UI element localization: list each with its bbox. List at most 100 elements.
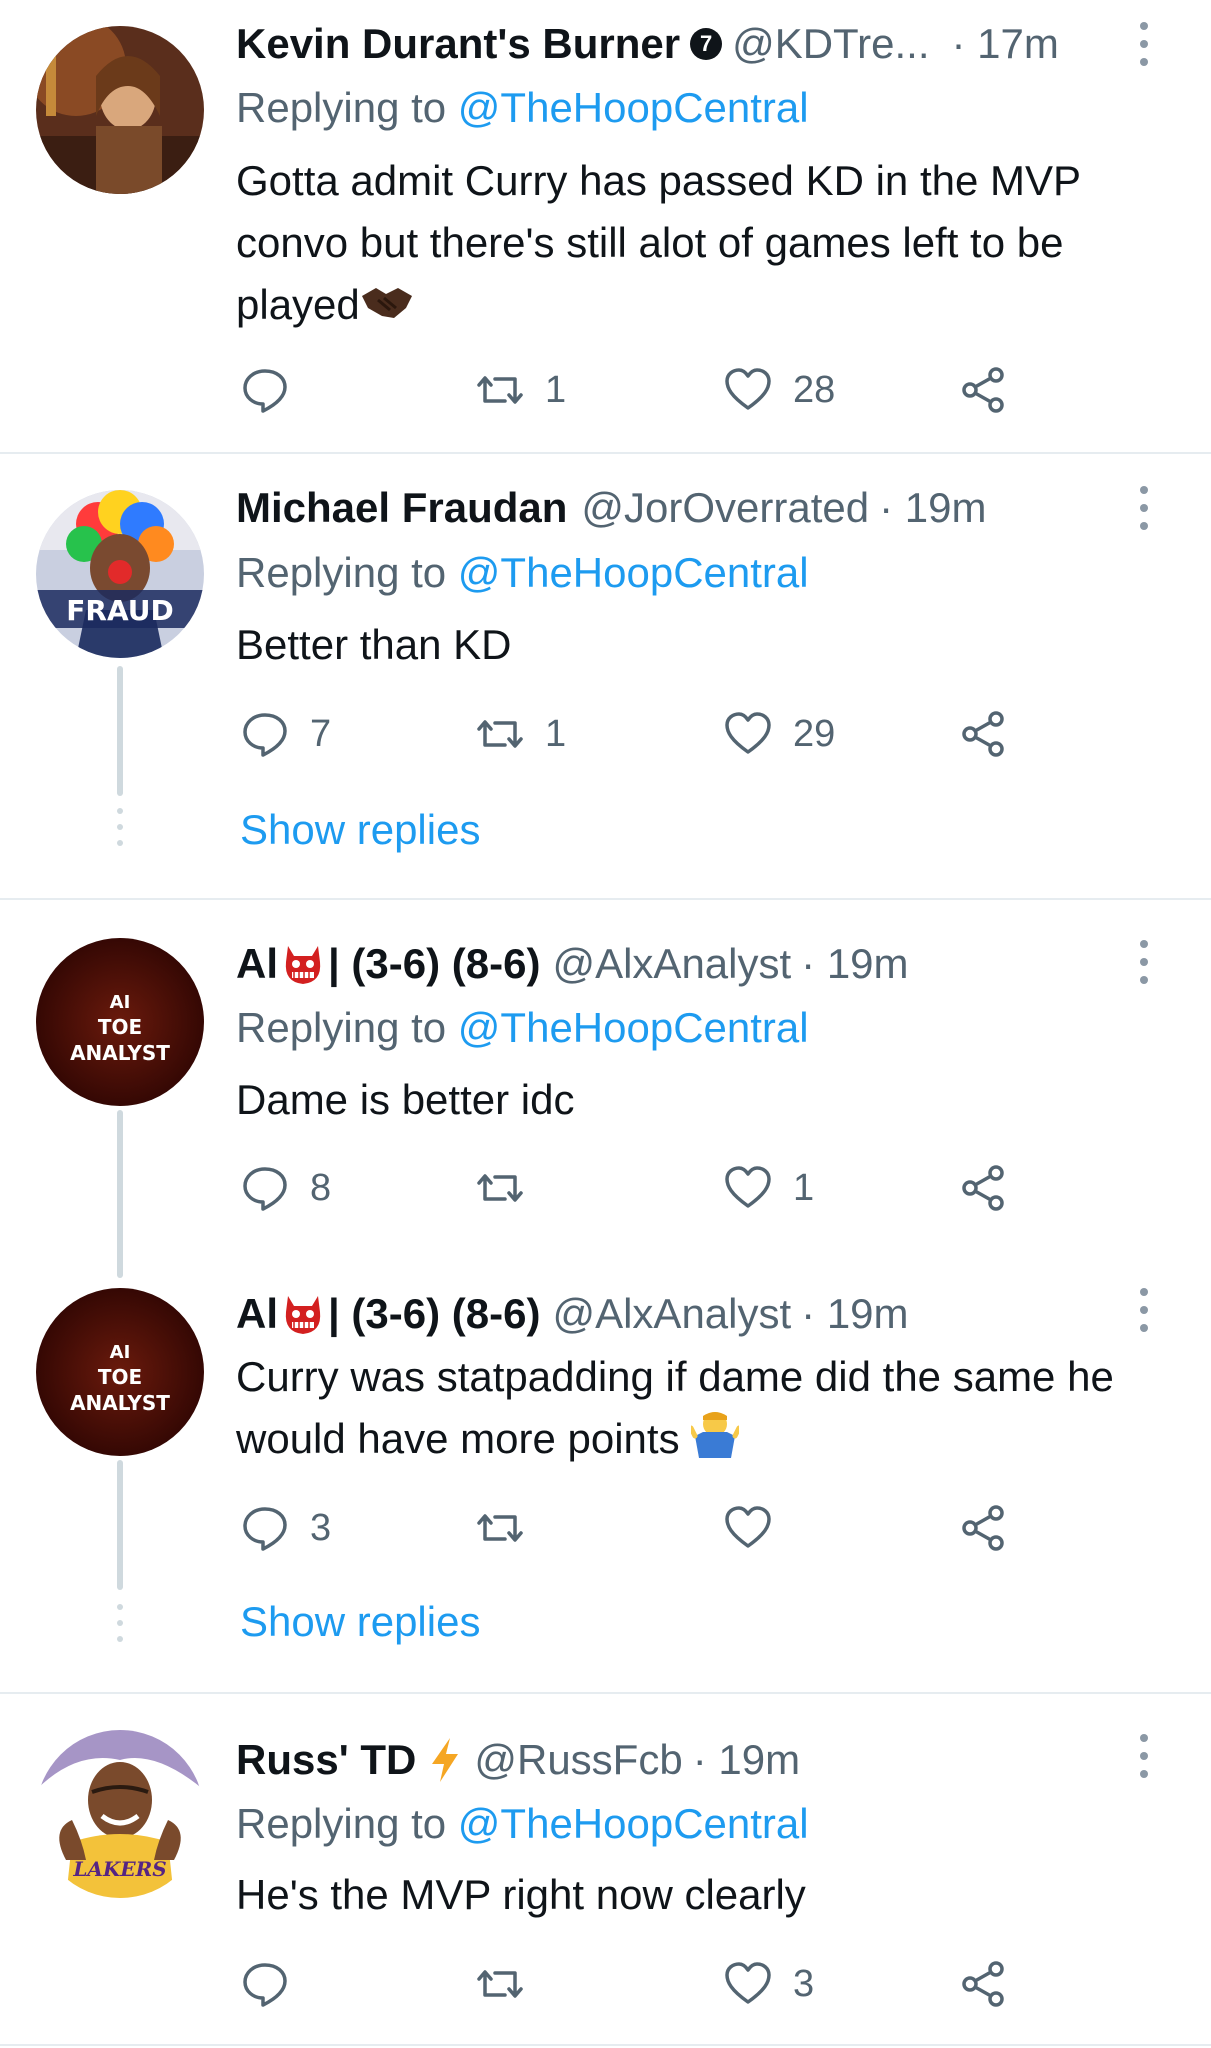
thread-line [117,666,123,796]
avatar-label-line: TOE [98,1365,142,1389]
replying-to: Replying to @TheHoopCentral [236,80,809,136]
retweet-icon [477,1514,523,1542]
thread-line [117,1460,123,1590]
display-name[interactable]: Kevin Durant's Burner [236,20,680,68]
timestamp[interactable]: · 17m [952,20,1059,68]
timestamp[interactable]: · 19m [879,484,986,532]
more-options-icon[interactable] [1132,1734,1156,1778]
reply-button[interactable] [240,362,290,418]
shrug-icon [688,1408,742,1475]
retweet-count: 1 [545,368,567,411]
ogre-icon [282,942,324,986]
tweet-header: Kevin Durant's Burner 7 @KDTre... · 17m [236,14,1136,74]
more-options-icon[interactable] [1132,486,1156,530]
divider [0,898,1211,900]
like-button[interactable]: 1 [723,1160,814,1216]
share-icon [962,1165,1004,1211]
tweet-actions: 3 [240,1500,1060,1556]
tweet-text: Curry was statpadding if dame did the sa… [236,1346,1156,1475]
display-name-suffix[interactable]: | (3-6) (8-6) [328,1290,540,1338]
more-options-icon[interactable] [1132,22,1156,66]
replying-to-label: Replying to [236,1800,458,1847]
like-button[interactable]: 29 [723,706,835,762]
user-handle[interactable]: @AlxAnalyst [552,1290,791,1338]
reply-icon [243,1963,287,2007]
lightning-icon [428,1738,462,1782]
avatar-label: LAKERS [72,1857,166,1881]
divider [0,452,1211,454]
tweet-text-content: Dame is better idc [236,1076,575,1123]
reply-button[interactable]: 8 [240,1160,331,1216]
share-button[interactable] [958,362,1008,418]
avatar[interactable]: AI TOE ANALYST [36,938,204,1106]
user-handle[interactable]: @JorOverrated [581,484,869,532]
mention-link[interactable]: @TheHoopCentral [458,1004,809,1051]
tweet-text-content: Curry was statpadding if dame did the sa… [236,1353,1114,1462]
reply-button[interactable] [240,1956,290,2012]
like-count: 1 [793,1166,815,1209]
avatar-label-line: AI [110,992,131,1013]
heart-icon [725,368,771,410]
tweet-text-content: He's the MVP right now clearly [236,1871,806,1918]
display-name[interactable]: Michael Fraudan [236,484,567,532]
tweet-actions: 7 1 29 [240,706,1060,762]
retweet-button[interactable]: 1 [475,706,566,762]
retweet-button[interactable] [475,1500,525,1556]
ogre-icon [282,1292,324,1336]
user-handle[interactable]: @KDTre... [732,20,929,68]
share-button[interactable] [958,1160,1008,1216]
retweet-button[interactable] [475,1160,525,1216]
timestamp[interactable]: · 19m [801,1290,908,1338]
badge-icon: 7 [690,28,723,60]
mention-link[interactable]: @TheHoopCentral [458,1800,809,1847]
like-button[interactable]: 3 [723,1956,814,2012]
avatar[interactable]: AI TOE ANALYST [36,1288,204,1456]
display-name[interactable]: Al [236,1290,278,1338]
replying-to-label: Replying to [236,84,458,131]
mention-link[interactable]: @TheHoopCentral [458,84,809,131]
display-name[interactable]: Russ' TD [236,1736,416,1784]
avatar[interactable]: FRAUD [36,490,204,658]
divider [0,1692,1211,1694]
like-button[interactable]: 28 [723,362,835,418]
tweet-header: Al | (3-6) (8-6) @AlxAnalyst · 19m [236,934,1136,994]
avatar-image: LAKERS [36,1730,204,1898]
retweet-button[interactable]: 1 [475,362,566,418]
avatar[interactable]: LAKERS [36,1730,204,1898]
reply-button[interactable]: 7 [240,706,331,762]
tweet-text: Gotta admit Curry has passed KD in the M… [236,150,1156,339]
reply-icon [243,369,287,413]
tweet-text: Better than KD [236,614,1156,676]
share-button[interactable] [958,706,1008,762]
timestamp[interactable]: · 19m [801,940,908,988]
heart-icon [725,1962,771,2004]
more-options-icon[interactable] [1132,1288,1156,1332]
user-handle[interactable]: @RussFcb [474,1736,682,1784]
show-replies-link[interactable]: Show replies [240,1594,480,1650]
more-options-icon[interactable] [1132,940,1156,984]
tweet-header: Michael Fraudan @JorOverrated · 19m [236,478,1136,538]
like-count: 3 [793,1962,815,2005]
avatar[interactable] [36,26,204,194]
user-handle[interactable]: @AlxAnalyst [552,940,791,988]
tweet-actions: 1 28 [240,362,1060,418]
mention-link[interactable]: @TheHoopCentral [458,549,809,596]
reply-button[interactable]: 3 [240,1500,331,1556]
display-name-suffix[interactable]: | (3-6) (8-6) [328,940,540,988]
share-button[interactable] [958,1500,1008,1556]
avatar-label-line: ANALYST [70,1041,170,1065]
tweet-text-content: Better than KD [236,621,512,668]
like-button[interactable] [723,1500,773,1556]
share-button[interactable] [958,1956,1008,2012]
display-name[interactable]: Al [236,940,278,988]
heart-icon [725,1506,771,1548]
like-count: 29 [793,712,836,755]
thread-line [117,1110,123,1278]
show-replies-link[interactable]: Show replies [240,802,480,858]
tweet-actions: 8 1 [240,1160,1060,1216]
tweet-header: Russ' TD @RussFcb · 19m [236,1730,1136,1790]
retweet-button[interactable] [475,1956,525,2012]
timestamp[interactable]: · 19m [693,1736,800,1784]
avatar-image [36,26,204,194]
share-icon [962,1961,1004,2007]
